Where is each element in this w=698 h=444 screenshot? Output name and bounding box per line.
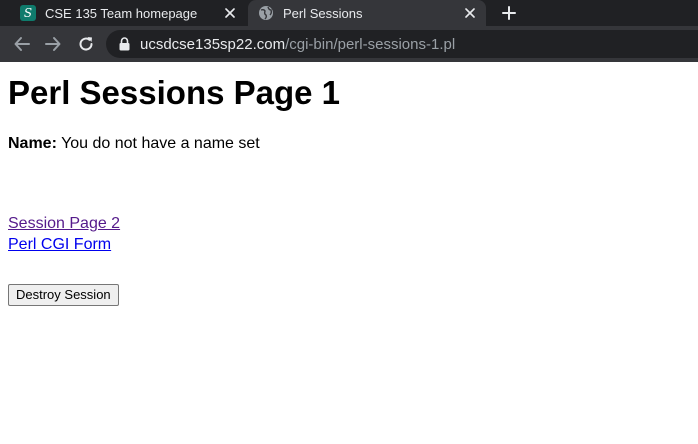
tab-title: Perl Sessions: [283, 5, 363, 21]
url-text: ucsdcse135sp22.com/cgi-bin/perl-sessions…: [140, 36, 455, 53]
team-logo-icon: S: [20, 5, 36, 21]
reload-icon[interactable]: [76, 34, 96, 54]
globe-icon: [258, 5, 274, 21]
name-label: Name:: [8, 135, 57, 152]
tab-cse135-homepage[interactable]: S CSE 135 Team homepage: [10, 0, 246, 26]
name-line: Name: You do not have a name set: [8, 134, 260, 154]
url-path: /cgi-bin/perl-sessions-1.pl: [285, 35, 456, 53]
new-tab-icon[interactable]: [498, 2, 520, 24]
lock-icon[interactable]: [118, 37, 130, 51]
tab-title: CSE 135 Team homepage: [45, 5, 198, 21]
forward-arrow-icon[interactable]: [43, 34, 63, 54]
page-title: Perl Sessions Page 1: [8, 74, 341, 111]
url-host: ucsdcse135sp22.com: [140, 35, 286, 53]
back-arrow-icon[interactable]: [12, 34, 32, 54]
name-value: You do not have a name set: [56, 135, 260, 152]
perl-cgi-form-link[interactable]: Perl CGI Form: [8, 235, 111, 255]
address-bar[interactable]: ucsdcse135sp22.com/cgi-bin/perl-sessions…: [106, 30, 698, 58]
close-tab-icon[interactable]: [222, 5, 238, 21]
page-content: Perl Sessions Page 1 Name: You do not ha…: [0, 62, 698, 444]
session-page-2-link[interactable]: Session Page 2: [8, 214, 120, 234]
tab-strip: S CSE 135 Team homepage Perl Sessions: [0, 0, 698, 26]
destroy-session-button[interactable]: Destroy Session: [8, 284, 119, 306]
tab-perl-sessions[interactable]: Perl Sessions: [248, 0, 486, 26]
close-tab-icon[interactable]: [462, 5, 478, 21]
browser-toolbar: ucsdcse135sp22.com/cgi-bin/perl-sessions…: [0, 26, 698, 62]
